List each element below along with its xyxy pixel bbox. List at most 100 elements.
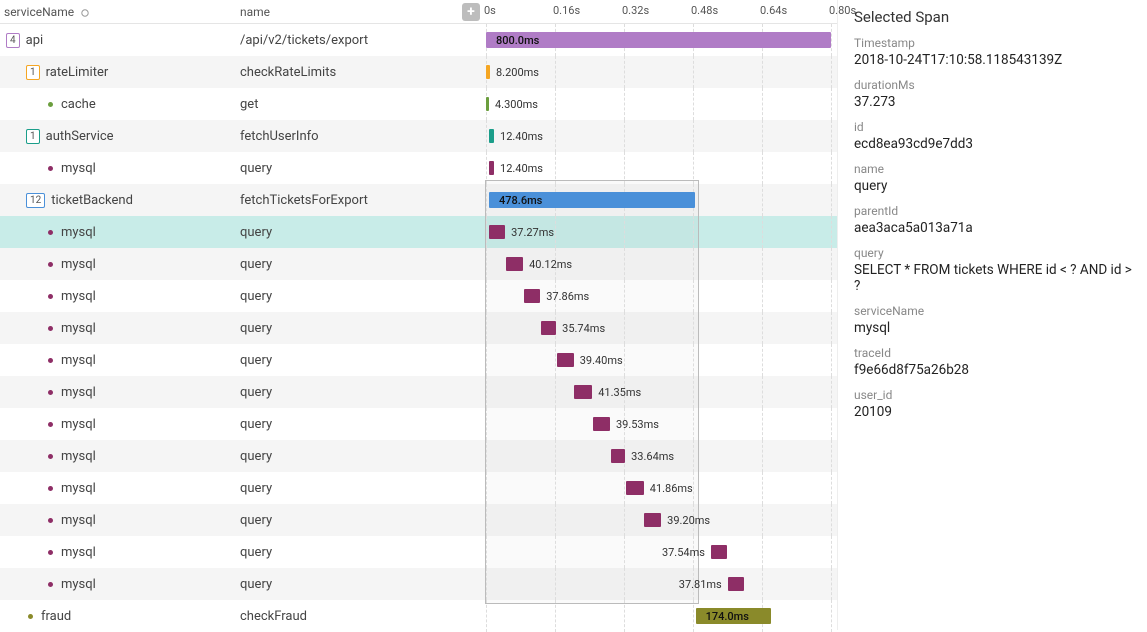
timeline-cell: 39.40ms [462,344,837,376]
span-rows: 4api/api/v2/tickets/export800.0ms1rateLi… [0,24,837,632]
span-row[interactable]: mysqlquery41.35ms [0,376,837,408]
col-header-service[interactable]: serviceName [0,5,240,19]
timeline-cell: 4.300ms [462,88,837,120]
timeline-cell: 41.86ms [462,472,837,504]
col-header-name-label: name [240,5,270,19]
span-bar[interactable] [611,449,626,463]
span-bar[interactable] [486,65,490,79]
col-header-name[interactable]: name [240,5,462,19]
expand-all-button[interactable]: + [462,3,480,21]
span-bar[interactable] [541,321,556,335]
span-bar[interactable] [574,385,592,399]
span-row[interactable]: 12ticketBackendfetchTicketsForExport478.… [0,184,837,216]
service-cell: mysql [0,472,240,504]
service-cell: mysql [0,312,240,344]
service-label: mysql [61,289,96,304]
service-cell: 12 ticketBackend [0,184,240,216]
span-duration-label: 12.40ms [500,162,543,175]
span-name: /api/v2/tickets/export [240,33,462,48]
span-row[interactable]: mysqlquery 37.27ms [0,216,837,248]
timeline-cell: 39.53ms [462,408,837,440]
detail-label: Timestamp [854,36,1137,50]
span-name: query [240,353,462,368]
service-cell: mysql [0,216,240,248]
span-name: query [240,513,462,528]
detail-value: 37.273 [854,94,1137,110]
span-bar[interactable] [524,289,540,303]
span-row[interactable]: mysqlquery12.40ms [0,152,837,184]
service-label: mysql [61,321,96,336]
span-name: query [240,417,462,432]
span-duration-label: 37.81ms [679,578,722,591]
detail-value: 20109 [854,404,1137,420]
span-row[interactable]: mysqlquery37.86ms [0,280,837,312]
child-count-badge[interactable]: 12 [26,193,45,208]
span-duration-label: 800.0ms [496,34,539,47]
detail-field: durationMs37.273 [854,78,1137,110]
span-row[interactable]: mysqlquery37.81ms [0,568,837,600]
span-bar[interactable] [626,481,644,495]
span-row[interactable]: mysqlquery37.54ms [0,536,837,568]
service-cell: fraud [0,600,240,632]
tick-label: 0.16s [553,4,580,17]
detail-label: name [854,162,1137,176]
detail-label: traceId [854,346,1137,360]
span-row[interactable]: 1rateLimitercheckRateLimits8.200ms [0,56,837,88]
service-label: ticketBackend [51,193,133,208]
span-name: query [240,449,462,464]
span-bar[interactable] [711,545,727,559]
span-name: query [240,225,462,240]
span-bar[interactable] [489,225,505,239]
child-count-badge[interactable]: 1 [26,129,40,144]
span-row[interactable]: 1authServicefetchUserInfo12.40ms [0,120,837,152]
span-row[interactable]: mysqlquery35.74ms [0,312,837,344]
service-cell: mysql [0,376,240,408]
timeline-cell: 12.40ms [462,120,837,152]
span-bar[interactable] [489,129,494,143]
span-row[interactable]: mysqlquery41.86ms [0,472,837,504]
span-row[interactable]: mysqlquery39.53ms [0,408,837,440]
span-duration-label: 37.27ms [511,226,554,239]
child-count-badge[interactable]: 4 [6,33,20,48]
timeline-cell: 40.12ms [462,248,837,280]
span-bar[interactable] [728,577,744,591]
service-dot [48,166,53,171]
service-dot [48,486,53,491]
span-bar[interactable] [506,257,523,271]
service-cell: mysql [0,344,240,376]
service-dot [48,262,53,267]
detail-value: ecd8ea93cd9e7dd3 [854,136,1137,152]
tick-label: 0.64s [760,4,787,17]
span-bar[interactable] [644,513,661,527]
detail-value: mysql [854,320,1137,336]
service-cell: mysql [0,536,240,568]
span-bar[interactable] [557,353,574,367]
span-row[interactable]: mysqlquery39.40ms [0,344,837,376]
span-row[interactable]: cacheget4.300ms [0,88,837,120]
sidebar-title: Selected Span [854,8,1137,26]
span-row[interactable]: fraudcheckFraud174.0ms [0,600,837,632]
span-row[interactable]: mysqlquery39.20ms [0,504,837,536]
span-name: query [240,289,462,304]
child-count-badge[interactable]: 1 [26,65,40,80]
span-name: query [240,161,462,176]
span-name: query [240,481,462,496]
header-row: serviceName name + 0s0.16s0.32s0.48s0.64… [0,0,837,24]
service-label: mysql [61,449,96,464]
service-cell: mysql [0,408,240,440]
span-bar[interactable] [593,417,610,431]
span-bar[interactable] [489,161,494,175]
detail-label: id [854,120,1137,134]
service-cell: mysql [0,248,240,280]
service-dot [48,294,53,299]
service-dot [48,102,53,107]
span-duration-label: 41.35ms [598,386,641,399]
timeline-cell: 800.0ms [462,24,837,56]
service-dot [48,358,53,363]
detail-value: SELECT * FROM tickets WHERE id < ? AND i… [854,262,1137,294]
span-duration-label: 12.40ms [500,130,543,143]
span-row[interactable]: mysqlquery40.12ms [0,248,837,280]
span-bar[interactable] [486,97,489,111]
span-row[interactable]: mysqlquery33.64ms [0,440,837,472]
span-row[interactable]: 4api/api/v2/tickets/export800.0ms [0,24,837,56]
